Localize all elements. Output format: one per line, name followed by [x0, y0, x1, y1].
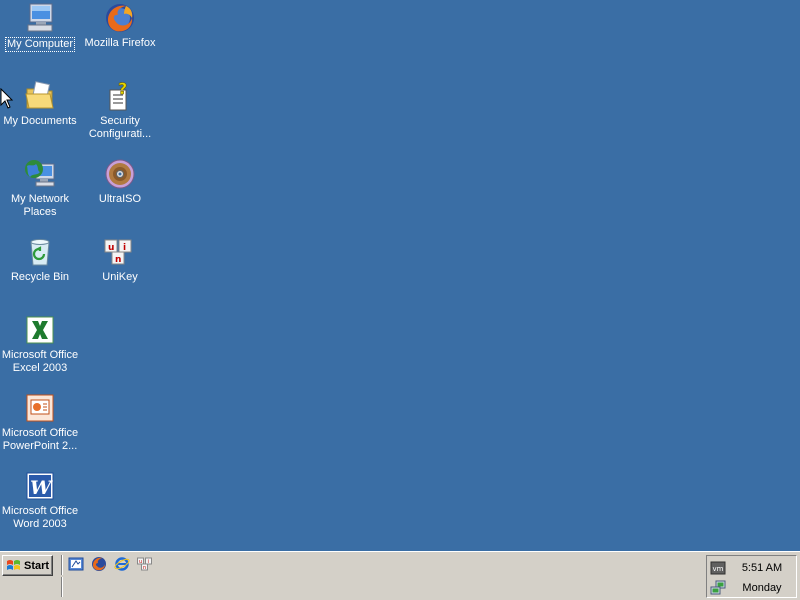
excel-icon — [26, 316, 54, 344]
desktop-icon-powerpoint[interactable]: Microsoft Office PowerPoint 2... — [0, 392, 80, 453]
my-documents-icon — [25, 81, 54, 109]
vmware-tools-icon[interactable]: vm — [710, 560, 726, 576]
icon-label: Microsoft Office Word 2003 — [1, 505, 79, 530]
start-label: Start — [24, 559, 50, 572]
clock-time[interactable]: 5:51 AM — [731, 562, 793, 574]
desktop-icon-security-configuration[interactable]: ? Security Configurati... — [80, 80, 160, 141]
icon-label: My Network Places — [10, 193, 70, 218]
mouse-cursor-icon — [0, 88, 14, 109]
security-configuration-icon: ? — [109, 80, 128, 111]
system-tray: vm 5:51 AM Monday — [706, 555, 797, 598]
windows-logo-icon — [7, 559, 20, 570]
svg-text:u: u — [139, 559, 142, 565]
icon-label: Microsoft Office PowerPoint 2... — [1, 427, 79, 452]
desktop-icon-firefox[interactable]: Mozilla Firefox — [80, 2, 160, 50]
my-computer-icon — [27, 3, 53, 32]
show-desktop-icon[interactable] — [68, 556, 84, 572]
firefox-icon[interactable] — [91, 556, 107, 572]
firefox-icon — [106, 4, 134, 32]
icon-label: Mozilla Firefox — [84, 37, 156, 49]
svg-text:u: u — [108, 243, 114, 253]
desktop-icon-word[interactable]: W Microsoft Office Word 2003 — [0, 470, 80, 531]
svg-text:?: ? — [118, 80, 127, 98]
svg-text:i: i — [123, 243, 126, 253]
icon-label: My Computer — [4, 37, 76, 52]
svg-text:W: W — [30, 477, 53, 499]
icon-label: My Documents — [3, 115, 77, 127]
icon-label: Recycle Bin — [10, 271, 70, 283]
word-icon: W — [26, 472, 54, 500]
svg-text:i: i — [148, 559, 149, 565]
network-connection-icon[interactable] — [710, 580, 726, 596]
icon-label: Microsoft Office Excel 2003 — [1, 349, 79, 374]
unikey-icon: u i n — [104, 239, 132, 265]
ultraiso-icon — [105, 159, 135, 189]
desktop-icon-unikey[interactable]: u i n UniKey — [80, 236, 160, 284]
unikey-icon[interactable]: u i n — [137, 556, 153, 572]
quick-launch-toolbar: u i n — [68, 556, 153, 572]
svg-text:n: n — [115, 255, 121, 265]
desktop-icon-network-places[interactable]: My Network Places — [0, 158, 80, 219]
desktop-icon-recycle-bin[interactable]: Recycle Bin — [0, 236, 80, 284]
icon-label: Security Configurati... — [88, 115, 152, 140]
recycle-bin-icon — [30, 239, 50, 266]
desktop-icon-excel[interactable]: Microsoft Office Excel 2003 — [0, 314, 80, 375]
icon-label: UltraISO — [98, 193, 142, 205]
svg-text:vm: vm — [713, 565, 724, 573]
svg-text:n: n — [143, 565, 146, 571]
clock-day: Monday — [742, 582, 782, 594]
network-places-icon — [25, 160, 55, 187]
taskbar: Start u i n vm 5:51 AM Monday — [0, 551, 800, 600]
taskbar-separator — [61, 577, 63, 597]
powerpoint-icon — [26, 394, 54, 422]
desktop[interactable]: My Computer Mozilla Firefox My Documents… — [0, 0, 800, 551]
start-button[interactable]: Start — [2, 555, 53, 576]
icon-label: UniKey — [102, 271, 138, 283]
taskbar-separator — [61, 555, 63, 575]
desktop-icon-ultraiso[interactable]: UltraISO — [80, 158, 160, 206]
desktop-icon-my-computer[interactable]: My Computer — [0, 2, 80, 52]
internet-explorer-icon[interactable] — [114, 556, 130, 572]
